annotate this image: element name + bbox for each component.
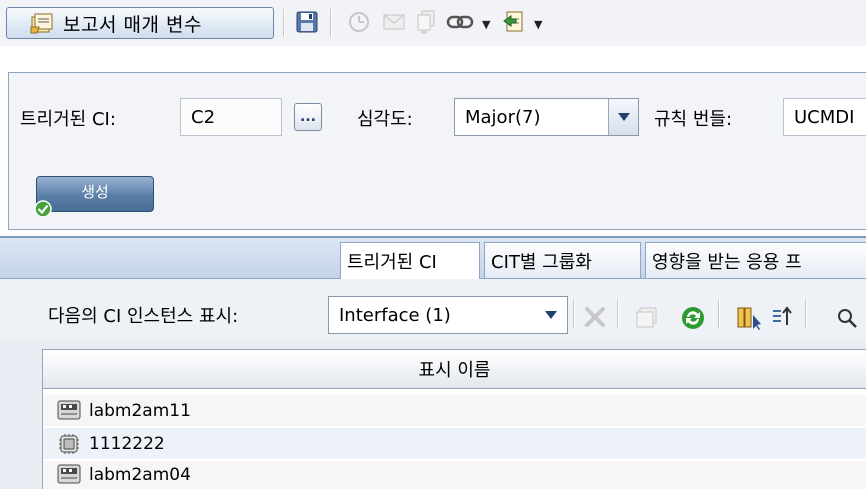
row-display-name: 1112222 (89, 433, 165, 454)
table-row[interactable]: labm2am04 (43, 461, 866, 489)
copy-icon[interactable] (414, 9, 438, 35)
tab-label: 영향을 받는 응용 프 (652, 251, 802, 273)
browse-ci-button[interactable]: ... (294, 103, 322, 131)
ci-type-select[interactable]: Interface (1) (328, 296, 568, 334)
table-row[interactable]: 1112222 (43, 428, 866, 459)
save-icon[interactable] (296, 11, 318, 33)
report-params-button[interactable]: 보고서 매개 변수 (6, 7, 274, 39)
ci-type-value: Interface (1) (339, 304, 451, 326)
properties-icon[interactable] (634, 305, 660, 333)
schedule-icon[interactable] (347, 11, 371, 33)
tab-triggered-ci[interactable]: 트리거된 CI (340, 242, 480, 279)
export-icon[interactable] (502, 9, 526, 35)
ci-instances-label: 다음의 CI 인스턴스 표시: (48, 306, 239, 327)
toolbar-divider (573, 300, 575, 328)
server-icon (57, 400, 81, 422)
select-columns-icon[interactable] (736, 305, 762, 335)
chip-icon (57, 433, 81, 455)
tab-label: 트리거된 CI (347, 252, 437, 273)
rule-bundle-field[interactable]: UCMDI (783, 98, 866, 136)
ellipsis-icon: ... (300, 109, 316, 125)
delete-icon[interactable] (584, 306, 606, 332)
create-button[interactable]: 생성 (36, 176, 154, 212)
tab-affected-applications[interactable]: 영향을 받는 응용 프 (645, 242, 866, 278)
severity-label: 심각도: (357, 109, 413, 130)
toolbar-divider (718, 300, 720, 328)
report-params-label: 보고서 매개 변수 (63, 13, 202, 36)
report-params-icon (29, 11, 55, 35)
triggered-ci-label: 트리거된 CI: (20, 109, 116, 130)
link-dropdown-chevron-icon[interactable]: ▼ (482, 18, 490, 31)
severity-select[interactable]: Major(7) (454, 98, 639, 136)
tab-label: CIT별 그룹화 (491, 251, 592, 273)
toolbar-divider (283, 9, 285, 37)
toolbar-divider (805, 300, 807, 328)
check-icon (33, 199, 53, 223)
row-display-name: labm2am04 (89, 465, 191, 485)
tab-group-by-cit[interactable]: CIT별 그룹화 (484, 242, 641, 278)
email-icon[interactable] (382, 11, 406, 33)
row-display-name: labm2am11 (89, 400, 191, 421)
triggered-ci-field[interactable]: C2 (180, 98, 282, 136)
rule-bundle-label: 규칙 번들: (654, 109, 733, 130)
search-icon[interactable] (836, 307, 858, 333)
sort-icon[interactable] (770, 305, 794, 333)
triggered-ci-value: C2 (191, 106, 216, 128)
table-row[interactable]: labm2am11 (43, 395, 866, 426)
server-icon (57, 464, 81, 486)
column-header-display-name[interactable]: 표시 이름 (42, 349, 866, 389)
severity-value: Major(7) (465, 106, 541, 128)
export-dropdown-chevron-icon[interactable]: ▼ (534, 18, 542, 31)
toolbar-divider (330, 9, 332, 37)
toolbar-divider (617, 300, 619, 328)
refresh-icon[interactable] (680, 305, 706, 335)
link-icon[interactable] (446, 13, 474, 31)
rule-bundle-value: UCMDI (794, 106, 855, 128)
chevron-down-icon[interactable] (535, 310, 567, 320)
column-header-label: 표시 이름 (418, 360, 491, 381)
create-label: 생성 (81, 182, 109, 201)
chevron-down-icon[interactable] (608, 99, 638, 135)
